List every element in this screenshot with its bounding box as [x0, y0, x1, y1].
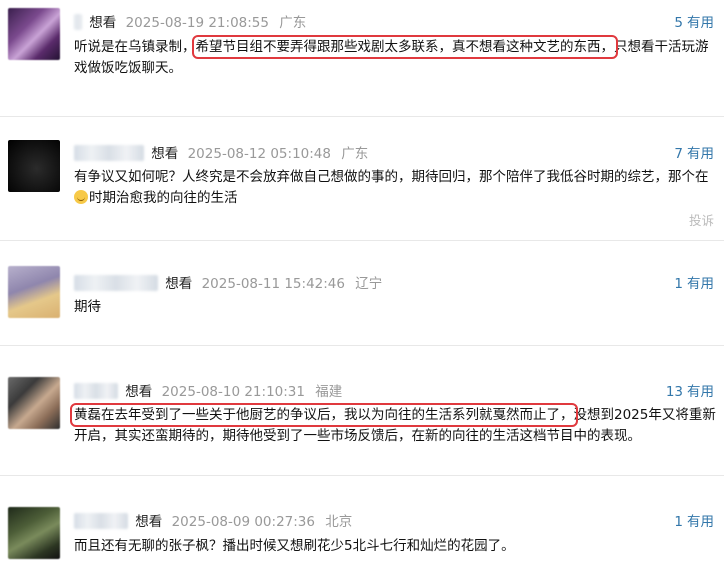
comment-location: 北京 — [325, 514, 353, 530]
avatar[interactable] — [8, 507, 60, 559]
comment-text: 听说是在乌镇录制，希望节目组不要弄得跟那些戏剧太多联系，真不想看这种文艺的东西，… — [74, 35, 718, 79]
useful-label[interactable]: 有用 — [687, 384, 714, 400]
rating-action: 想看 — [151, 146, 179, 162]
useful-vote[interactable]: 5 有用 — [674, 11, 714, 31]
comment-location: 辽宁 — [355, 276, 383, 292]
report-link[interactable]: 投诉 — [689, 210, 714, 229]
useful-vote[interactable]: 13 有用 — [666, 380, 714, 400]
avatar[interactable] — [8, 377, 60, 429]
divider — [0, 475, 724, 476]
comment-meta: 想看 2025-08-11 15:42:46 辽宁 — [74, 272, 382, 294]
comment-text-part: 期待 — [74, 299, 101, 315]
divider — [0, 240, 724, 241]
username[interactable] — [74, 513, 128, 529]
divider — [0, 345, 724, 346]
comment-date: 2025-08-19 21:08:55 — [125, 15, 269, 31]
comment-date: 2025-08-10 21:10:31 — [161, 384, 305, 400]
useful-vote[interactable]: 1 有用 — [674, 510, 714, 530]
rating-action: 想看 — [125, 384, 153, 400]
comment-meta: 想看 2025-08-10 21:10:31 福建 — [74, 380, 342, 402]
useful-vote[interactable]: 1 有用 — [674, 272, 714, 292]
highlighted-text: 希望节目组不要弄得跟那些戏剧太多联系，真不想看这种文艺的东西， — [191, 35, 618, 59]
avatar[interactable] — [8, 8, 60, 60]
useful-vote[interactable]: 7 有用 — [674, 142, 714, 162]
useful-count: 13 — [665, 384, 683, 400]
comment-text-part: 时期治愈我的向往的生活 — [89, 190, 238, 206]
comment-location: 福建 — [315, 384, 343, 400]
comment-text-part: 听说是在乌镇录制， — [74, 39, 196, 55]
username[interactable] — [74, 14, 82, 30]
comment-date: 2025-08-09 00:27:36 — [171, 514, 315, 530]
useful-count: 5 — [674, 15, 683, 31]
username[interactable] — [74, 275, 158, 291]
comment-text: 而且还有无聊的张子枫？播出时候又想刷花少5北斗七行和灿烂的花园了。 — [74, 536, 718, 557]
comment-location: 广东 — [341, 146, 369, 162]
rating-action: 想看 — [89, 15, 117, 31]
useful-count: 1 — [674, 276, 683, 292]
username[interactable] — [74, 145, 144, 161]
useful-label[interactable]: 有用 — [687, 15, 714, 31]
useful-count: 7 — [674, 146, 683, 162]
useful-label[interactable]: 有用 — [687, 276, 714, 292]
comment-meta: 想看 2025-08-19 21:08:55 广东 — [74, 11, 306, 33]
comment-meta: 想看 2025-08-12 05:10:48 广东 — [74, 142, 368, 164]
comment-text-part: 有争议又如何呢？人终究是不会放弃做自己想做的事的，期待回归，那个陪伴了我低谷时期… — [74, 169, 709, 185]
avatar[interactable] — [8, 266, 60, 318]
useful-label[interactable]: 有用 — [687, 146, 714, 162]
avatar[interactable] — [8, 140, 60, 192]
username[interactable] — [74, 383, 118, 399]
comment-date: 2025-08-11 15:42:46 — [201, 276, 345, 292]
useful-label[interactable]: 有用 — [687, 514, 714, 530]
comment-text: 黄磊在去年受到了一些关于他厨艺的争议后，我以为向往的生活系列就戛然而止了，没想到… — [70, 403, 718, 447]
comment-text-part: 而且还有无聊的张子枫？播出时候又想刷花少5北斗七行和灿烂的花园了。 — [74, 538, 515, 554]
rating-action: 想看 — [165, 276, 193, 292]
divider — [0, 116, 724, 117]
comment-meta: 想看 2025-08-09 00:27:36 北京 — [74, 510, 352, 532]
comment-date: 2025-08-12 05:10:48 — [187, 146, 331, 162]
rating-action: 想看 — [135, 514, 163, 530]
comment-text: 期待 — [74, 297, 718, 318]
grin-emoji-icon — [74, 190, 88, 204]
comment-text: 有争议又如何呢？人终究是不会放弃做自己想做的事的，期待回归，那个陪伴了我低谷时期… — [74, 167, 718, 209]
comment-location: 广东 — [279, 15, 307, 31]
highlighted-text: 黄磊在去年受到了一些关于他厨艺的争议后，我以为向往的生活系列就戛然而止了， — [70, 403, 578, 427]
useful-count: 1 — [674, 514, 683, 530]
